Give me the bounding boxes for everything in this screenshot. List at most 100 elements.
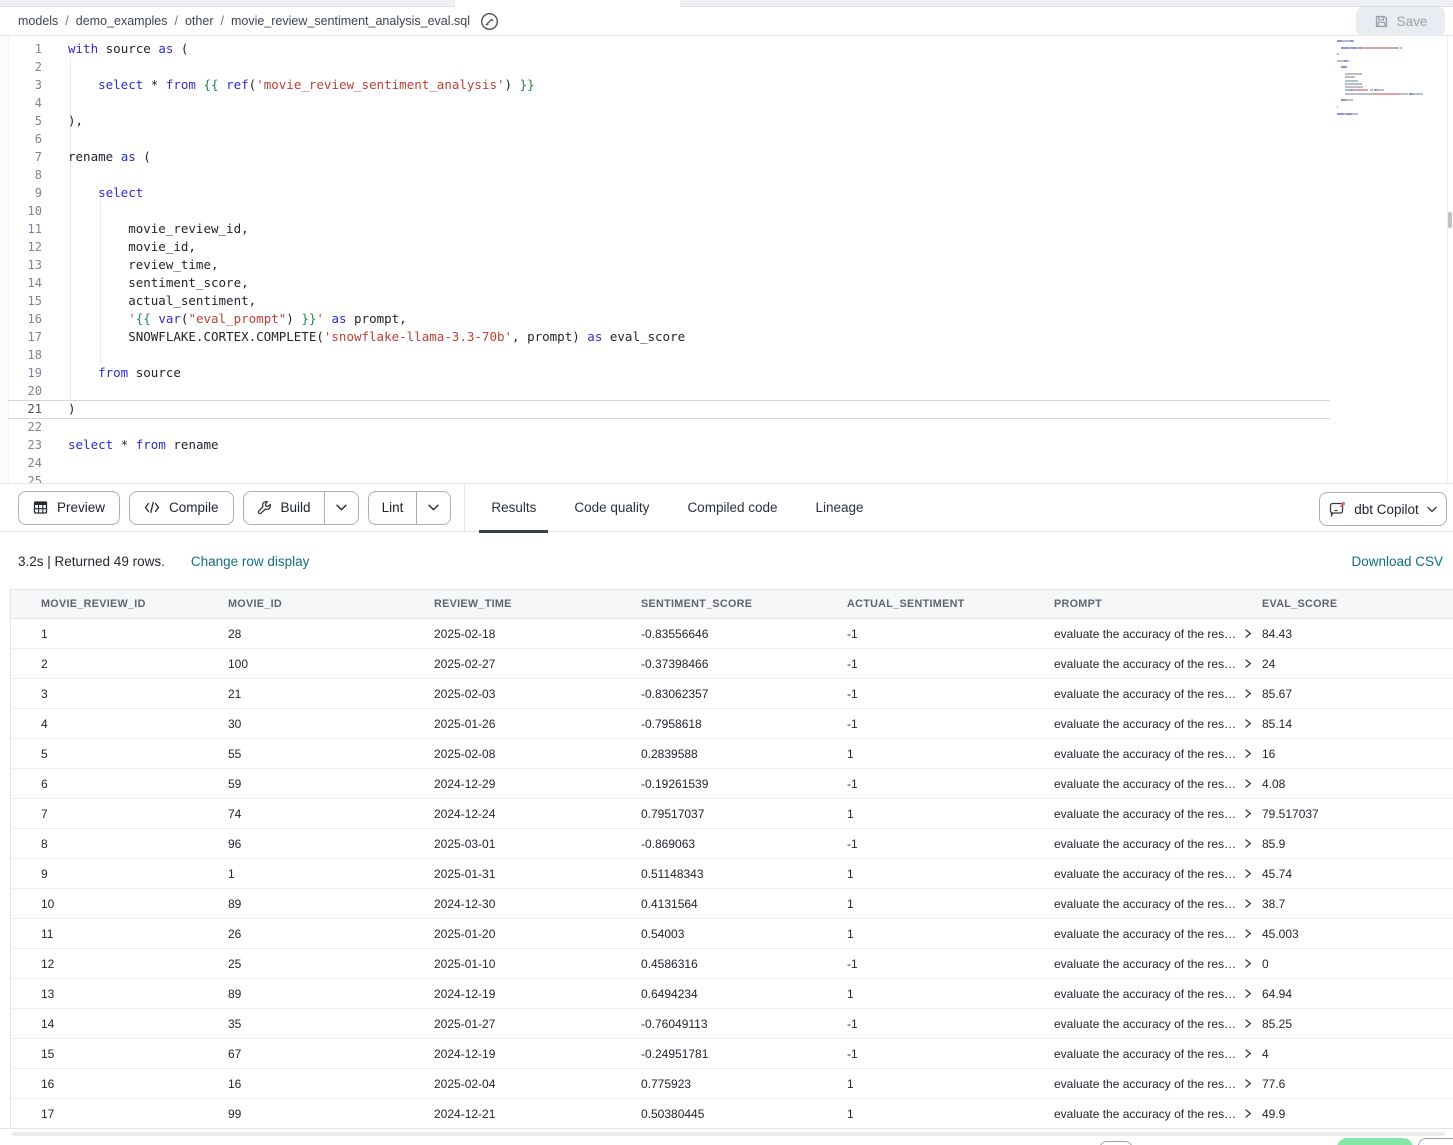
partial-button[interactable] xyxy=(1418,1138,1453,1145)
editor-code-area[interactable]: 1with source as (23 select * from {{ ref… xyxy=(0,40,1330,483)
prompt-text: evaluate the accuracy of the res… xyxy=(1054,627,1236,641)
code-line[interactable]: 7rename as ( xyxy=(0,148,1330,166)
code-line[interactable]: 1with source as ( xyxy=(0,40,1330,58)
build-button[interactable]: Build xyxy=(244,492,324,524)
horizontal-scrollbar[interactable] xyxy=(12,1132,1445,1136)
expand-prompt-chevron-icon[interactable] xyxy=(1243,718,1253,729)
prompt-cell: evaluate the accuracy of the res… xyxy=(1054,807,1262,821)
breadcrumb-segment[interactable]: models xyxy=(18,14,58,28)
code-line[interactable]: 11 movie_review_id, xyxy=(0,220,1330,238)
code-line[interactable]: 10 xyxy=(0,202,1330,220)
code-line[interactable]: 16 '{{ var("eval_prompt") }}' as prompt, xyxy=(0,310,1330,328)
code-line[interactable]: 19 from source xyxy=(0,364,1330,382)
code-line[interactable]: 4 xyxy=(0,94,1330,112)
code-text xyxy=(42,346,68,364)
preview-table-icon xyxy=(33,500,48,515)
partial-green-button[interactable] xyxy=(1337,1138,1413,1145)
code-line[interactable]: 24 xyxy=(0,454,1330,472)
table-cell: -1 xyxy=(847,627,1054,641)
change-row-display-link[interactable]: Change row display xyxy=(191,554,310,569)
line-number: 13 xyxy=(0,256,42,274)
dbt-ide-screen: models/demo_examples/other/movie_review_… xyxy=(0,0,1453,1145)
expand-prompt-chevron-icon[interactable] xyxy=(1243,658,1253,669)
table-cell: 26 xyxy=(228,927,434,941)
code-line[interactable]: 23select * from rename xyxy=(0,436,1330,454)
code-line[interactable]: 21) xyxy=(0,400,1330,418)
table-row: 16162025-02-040.7759231evaluate the accu… xyxy=(11,1069,1453,1099)
table-cell: 74 xyxy=(228,807,434,821)
tab-code-quality[interactable]: Code quality xyxy=(562,483,661,532)
line-number: 20 xyxy=(0,382,42,400)
code-text: select * from {{ ref('movie_review_senti… xyxy=(42,76,535,94)
code-line[interactable]: 18 xyxy=(0,346,1330,364)
code-line[interactable]: 15 actual_sentiment, xyxy=(0,292,1330,310)
prompt-cell: evaluate the accuracy of the res… xyxy=(1054,1077,1262,1091)
tab-compiled-code[interactable]: Compiled code xyxy=(675,483,789,532)
tab-lineage[interactable]: Lineage xyxy=(804,483,876,532)
expand-prompt-chevron-icon[interactable] xyxy=(1243,838,1253,849)
prompt-text: evaluate the accuracy of the res… xyxy=(1054,1017,1236,1031)
expand-prompt-chevron-icon[interactable] xyxy=(1243,898,1253,909)
code-line[interactable]: 3 select * from {{ ref('movie_review_sen… xyxy=(0,76,1330,94)
column-header-eval_score: EVAL_SCORE xyxy=(1262,598,1453,610)
code-line[interactable]: 8 xyxy=(0,166,1330,184)
code-line[interactable]: 25 xyxy=(0,472,1330,483)
code-text: movie_review_id, xyxy=(42,220,249,238)
code-line[interactable]: 22 xyxy=(0,418,1330,436)
partial-button[interactable] xyxy=(1099,1141,1133,1145)
preview-button[interactable]: Preview xyxy=(18,491,120,525)
table-row: 14352025-01-27-0.76049113-1evaluate the … xyxy=(11,1009,1453,1039)
table-cell: 96 xyxy=(228,837,434,851)
save-button[interactable]: Save xyxy=(1356,7,1445,36)
table-cell: 67 xyxy=(228,1047,434,1061)
code-line[interactable]: 6 xyxy=(0,130,1330,148)
table-cell: 1 xyxy=(847,867,1054,881)
expand-prompt-chevron-icon[interactable] xyxy=(1243,688,1253,699)
line-number: 12 xyxy=(0,238,42,256)
code-line[interactable]: 12 movie_id, xyxy=(0,238,1330,256)
lint-button[interactable]: Lint xyxy=(369,492,417,524)
prompt-text: evaluate the accuracy of the res… xyxy=(1054,807,1236,821)
code-line[interactable]: 5), xyxy=(0,112,1330,130)
table-cell: 2025-01-20 xyxy=(434,927,641,941)
table-row: 5552025-02-080.28395881evaluate the accu… xyxy=(11,739,1453,769)
table-cell: -0.83062357 xyxy=(641,687,847,701)
build-dropdown-caret[interactable] xyxy=(324,492,358,524)
copilot-edit-icon[interactable] xyxy=(480,12,499,31)
table-cell: -0.76049113 xyxy=(641,1017,847,1031)
code-line[interactable]: 17 SNOWFLAKE.CORTEX.COMPLETE('snowflake-… xyxy=(0,328,1330,346)
code-line[interactable]: 20 xyxy=(0,382,1330,400)
table-row: 912025-01-310.511483431evaluate the accu… xyxy=(11,859,1453,889)
table-cell: 7 xyxy=(41,807,228,821)
expand-prompt-chevron-icon[interactable] xyxy=(1243,778,1253,789)
editor-minimap[interactable] xyxy=(1337,40,1447,122)
table-cell: 85.67 xyxy=(1262,687,1453,701)
expand-prompt-chevron-icon[interactable] xyxy=(1243,1048,1253,1059)
code-line[interactable]: 14 sentiment_score, xyxy=(0,274,1330,292)
expand-prompt-chevron-icon[interactable] xyxy=(1243,628,1253,639)
code-line[interactable]: 2 xyxy=(0,58,1330,76)
download-csv-link[interactable]: Download CSV xyxy=(1351,554,1443,569)
expand-prompt-chevron-icon[interactable] xyxy=(1243,748,1253,759)
breadcrumb-segment[interactable]: demo_examples xyxy=(76,14,168,28)
code-text: select * from rename xyxy=(42,436,219,454)
tab-results[interactable]: Results xyxy=(479,483,548,532)
breadcrumb-segment[interactable]: movie_review_sentiment_analysis_eval.sql xyxy=(231,14,470,28)
compile-button[interactable]: Compile xyxy=(129,491,234,525)
lint-dropdown-caret[interactable] xyxy=(416,492,450,524)
expand-prompt-chevron-icon[interactable] xyxy=(1243,868,1253,879)
editor-scrollbar-thumb[interactable] xyxy=(1448,212,1452,228)
expand-prompt-chevron-icon[interactable] xyxy=(1243,988,1253,999)
expand-prompt-chevron-icon[interactable] xyxy=(1243,1078,1253,1089)
dbt-copilot-button[interactable]: dbt Copilot xyxy=(1319,492,1447,526)
code-line[interactable]: 9 select xyxy=(0,184,1330,202)
expand-prompt-chevron-icon[interactable] xyxy=(1243,928,1253,939)
expand-prompt-chevron-icon[interactable] xyxy=(1243,1108,1253,1119)
breadcrumb-segment[interactable]: other xyxy=(185,14,214,28)
expand-prompt-chevron-icon[interactable] xyxy=(1243,958,1253,969)
code-editor[interactable]: 1with source as (23 select * from {{ ref… xyxy=(0,36,1453,483)
expand-prompt-chevron-icon[interactable] xyxy=(1243,808,1253,819)
expand-prompt-chevron-icon[interactable] xyxy=(1243,1018,1253,1029)
code-line[interactable]: 13 review_time, xyxy=(0,256,1330,274)
table-cell: 79.517037 xyxy=(1262,807,1453,821)
